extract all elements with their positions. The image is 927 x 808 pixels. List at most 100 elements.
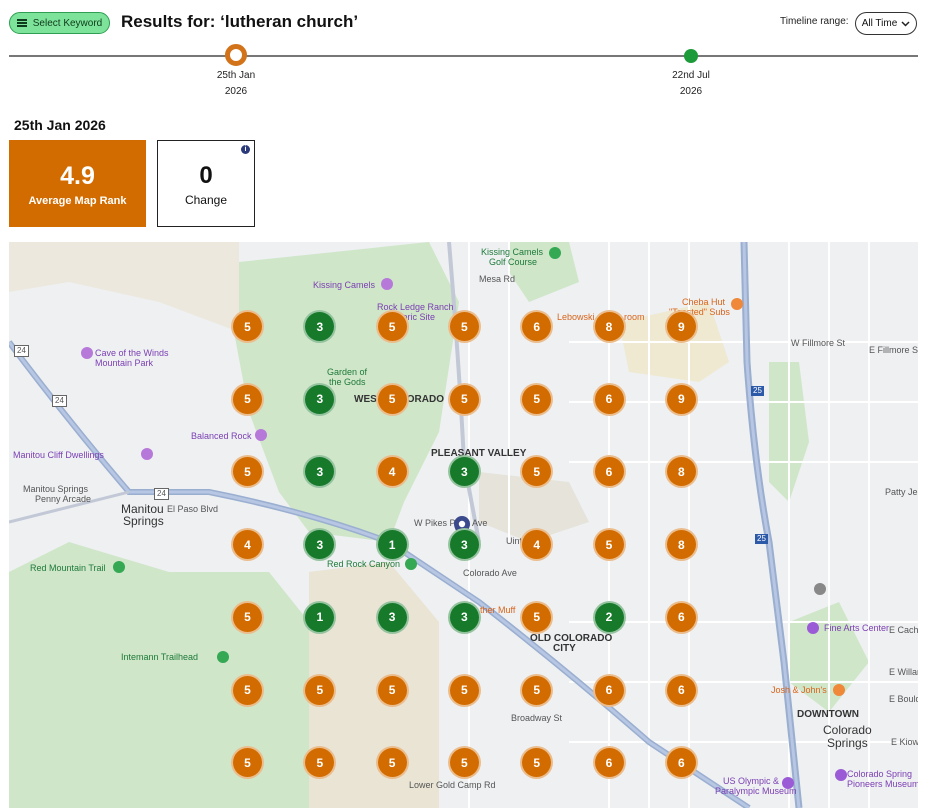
rank-grid-point[interactable]: 6 [592, 382, 626, 416]
timeline-point-selected[interactable] [225, 44, 247, 66]
rank-grid-point[interactable]: 9 [664, 382, 698, 416]
museum-icon [782, 777, 794, 789]
change-label: Change [184, 192, 228, 207]
rank-grid-point[interactable]: 5 [447, 382, 481, 416]
rank-grid-point[interactable]: 6 [592, 746, 626, 780]
route-badge: 24 [52, 395, 67, 407]
map-label: Manitou Cliff Dwellings [13, 450, 104, 460]
map-label: W Fillmore St [791, 338, 845, 348]
rank-grid-point[interactable]: 1 [303, 600, 337, 634]
map-label: Colorado Ave [463, 568, 517, 578]
rank-grid-point[interactable]: 4 [375, 455, 409, 489]
rank-grid-point[interactable]: 5 [231, 382, 264, 416]
map-label: Garden of [327, 367, 368, 377]
park-icon [405, 558, 417, 570]
map-label: Balanced Rock [191, 431, 252, 441]
camera-icon [381, 278, 393, 290]
map-label: Cave of the Winds [95, 348, 169, 358]
camera-icon [81, 347, 93, 359]
rank-grid-point[interactable]: 6 [664, 600, 698, 634]
rank-grid-point[interactable]: 5 [375, 746, 409, 780]
map-label: Cheba Hut [682, 297, 726, 307]
map-label: W Pikes Peak Ave [414, 518, 488, 528]
map-label: Penny Arcade [35, 494, 92, 504]
timeline-date-label: 22nd Jul 2026 [656, 68, 726, 100]
rank-grid-point[interactable]: 5 [520, 600, 554, 634]
rank-grid-point[interactable]: 3 [447, 528, 481, 562]
rank-grid-point[interactable]: 3 [375, 600, 409, 634]
school-icon [814, 583, 826, 595]
map-label: Mountain Park [95, 358, 154, 368]
golf-icon [549, 247, 561, 259]
rank-grid-point[interactable]: 6 [664, 673, 698, 707]
app-root: Select Keyword Results for: ‘lutheran ch… [0, 0, 927, 808]
map-label: CITY [553, 643, 576, 654]
map-view[interactable]: Kissing Camels Golf Course Kissing Camel… [9, 242, 918, 808]
timeline-day-text: 25th Jan [216, 70, 256, 81]
hiking-icon [217, 651, 229, 663]
rank-grid-point[interactable]: 1 [375, 528, 409, 562]
rank-grid-point[interactable]: 6 [664, 746, 698, 780]
route-badge: 24 [14, 345, 29, 357]
timeline-track [9, 55, 918, 57]
map-label: Colorado [823, 723, 872, 737]
rank-grid-point[interactable]: 5 [375, 310, 409, 343]
info-icon[interactable]: i [241, 145, 250, 154]
map-label: Patty Je [885, 487, 918, 497]
average-map-rank-value: 4.9 [60, 161, 95, 190]
timeline-point[interactable] [684, 49, 698, 63]
rank-grid-point[interactable]: 6 [592, 673, 626, 707]
map-label: Lower Gold Camp Rd [409, 780, 496, 790]
map-label: Josh & John's [771, 685, 827, 695]
rank-grid-point[interactable]: 8 [592, 310, 626, 343]
map-label: Manitou [121, 502, 164, 516]
rank-grid-point[interactable]: 5 [447, 746, 481, 780]
museum-icon [141, 448, 153, 460]
rank-grid-point[interactable]: 5 [303, 673, 337, 707]
rank-grid-point[interactable]: 5 [520, 673, 554, 707]
rank-grid-point[interactable]: 3 [303, 382, 337, 416]
map-label: room [624, 312, 645, 322]
rank-grid-point[interactable]: 6 [520, 310, 554, 343]
map-label: PLEASANT VALLEY [431, 448, 527, 459]
route-badge: 25 [755, 534, 768, 544]
map-label: Manitou Springs [23, 484, 89, 494]
timeline-date-label: 25th Jan 2026 [201, 68, 271, 100]
rank-grid-point[interactable]: 5 [375, 673, 409, 707]
rank-grid-point[interactable]: 5 [231, 310, 264, 343]
rank-grid-point[interactable]: 5 [231, 673, 264, 707]
rank-grid-point[interactable]: 5 [592, 528, 626, 562]
rank-grid-point[interactable]: 2 [592, 600, 626, 634]
map-label: El Paso Blvd [167, 504, 219, 514]
rank-grid-point[interactable]: 5 [375, 382, 409, 416]
rank-grid-point[interactable]: 9 [664, 310, 698, 343]
rank-grid-point[interactable]: 8 [664, 455, 698, 489]
rank-grid-point[interactable]: 5 [231, 600, 264, 634]
route-badge: 24 [154, 488, 169, 500]
change-card: i 0 Change [157, 140, 255, 227]
timeline-range-select[interactable]: All Time [855, 12, 917, 35]
map-label: E Cache [889, 625, 918, 635]
map-label: Colorado Spring [847, 769, 913, 779]
rank-grid-point[interactable]: 5 [447, 310, 481, 343]
rank-grid-point[interactable]: 8 [664, 528, 698, 562]
rank-grid-point[interactable]: 4 [231, 528, 264, 562]
map-label: Pioneers Museum [847, 779, 918, 789]
rank-grid-point[interactable]: 3 [447, 600, 481, 634]
map-label: Kissing Camels [481, 247, 544, 257]
route-badge: 25 [751, 386, 764, 396]
map-label: Kissing Camels [313, 280, 376, 290]
rank-grid-point[interactable]: 6 [592, 455, 626, 489]
map-label: Springs [827, 736, 868, 750]
average-map-rank-card: 4.9 Average Map Rank [9, 140, 146, 227]
select-keyword-button[interactable]: Select Keyword [9, 12, 110, 34]
hiking-icon [113, 561, 125, 573]
timeline-year-text: 2026 [679, 86, 703, 97]
rank-grid-point[interactable]: 5 [520, 382, 554, 416]
map-label: E Boulder [889, 694, 918, 704]
map-label: Lebowski [557, 312, 595, 322]
map-label: the Gods [329, 377, 366, 387]
results-title: Results for: ‘lutheran church’ [121, 12, 359, 31]
rank-grid-point[interactable]: 5 [231, 746, 264, 780]
rank-grid-point[interactable]: 5 [447, 673, 481, 707]
